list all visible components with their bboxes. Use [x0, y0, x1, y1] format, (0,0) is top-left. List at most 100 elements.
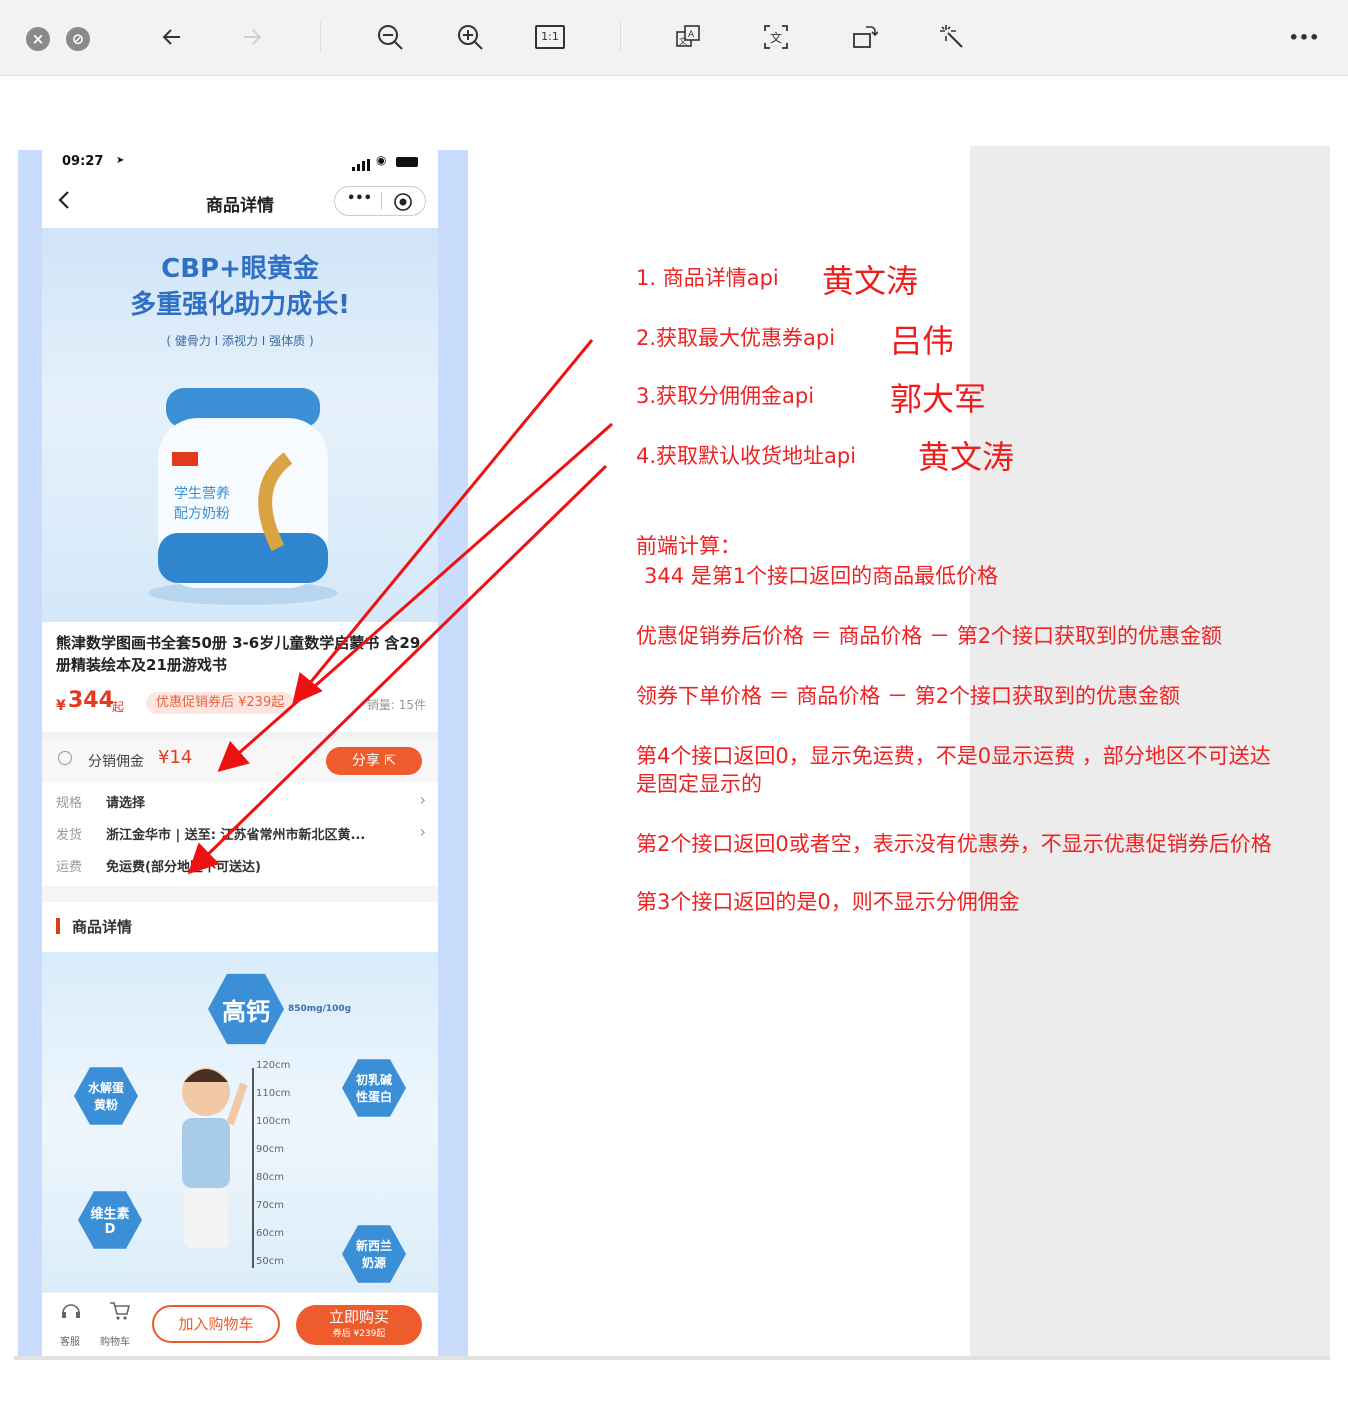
zoom-out-icon[interactable] [372, 19, 408, 55]
svg-text:文: 文 [770, 30, 782, 45]
text-recognize-icon[interactable]: 文 [758, 19, 794, 55]
annotation-owner-1: 黄文涛 [822, 262, 919, 300]
calc-title: 前端计算： [636, 534, 741, 558]
share-button[interactable]: 分享 ⇱ [326, 747, 422, 775]
annotation-api-3: 3.获取分佣佣金api [636, 384, 815, 408]
commission-icon [58, 751, 72, 765]
svg-text:A: A [688, 30, 695, 40]
cart-icon[interactable] [108, 1301, 131, 1325]
price-currency: ¥ [56, 698, 66, 714]
height-mark: 100cm [256, 1116, 291, 1127]
nav-bar: 商品详情 ••• [42, 176, 438, 228]
calc-note-3: 领券下单价格 ＝ 商品价格 － 第2个接口获取到的优惠金额 [636, 684, 1181, 708]
product-banner-image: CBP+眼黄金 多重强化助力成长! ( 健骨力 I 添视力 I 强体质 ) 学生… [42, 228, 438, 622]
commission-value: ¥14 [158, 747, 193, 768]
chevron-right-icon: › [419, 790, 426, 809]
spec-list: 规格 请选择 › 发货 浙江金华市 | 送至: 江苏省常州市新北区黄... › … [42, 782, 438, 882]
height-mark: 80cm [256, 1172, 284, 1183]
service-label: 客服 [60, 1337, 80, 1348]
status-time: 09:27 [62, 154, 104, 169]
phone-screenshot: 09:27 ➤ ◉ 商品详情 ••• CBP+眼黄金 多重强化助力成长! ( 健… [42, 150, 438, 1356]
more-options-button[interactable]: ••• [1286, 19, 1322, 55]
actual-size-button[interactable]: 1:1 [532, 19, 568, 55]
calc-note-4b: 是固定显示的 [636, 772, 762, 796]
svg-text:配方奶粉: 配方奶粉 [174, 506, 230, 522]
svg-text:学生营养: 学生营养 [174, 486, 230, 502]
minimize-icon[interactable]: ⊘ [66, 27, 90, 51]
annotation-owner-4: 黄文涛 [918, 438, 1015, 476]
status-bar: 09:27 ➤ ◉ [42, 150, 438, 176]
capsule-more-button[interactable]: ••• [347, 191, 372, 206]
annotation-owner-2: 吕伟 [890, 322, 955, 360]
hex-hydro: 水解蛋黄粉 [74, 1067, 138, 1125]
buy-now-label: 立即购买 [328, 1308, 389, 1326]
shipping-value: 浙江金华市 | 送至: 江苏省常州市新北区黄... [106, 828, 366, 843]
magic-wand-icon[interactable] [934, 19, 970, 55]
height-scale: 120cm 110cm 100cm 90cm 80cm 70cm 60cm 50… [256, 1060, 290, 1284]
toolbar-separator [620, 22, 621, 52]
product-title: 熊津数学图画书全套50册 3-6岁儿童数学启蒙书 含29册精装绘本及21册游戏书 [56, 634, 421, 674]
zoom-in-icon[interactable] [452, 19, 488, 55]
product-info: 熊津数学图画书全套50册 3-6岁儿童数学启蒙书 含29册精装绘本及21册游戏书… [42, 622, 438, 732]
price-value: 344 [68, 688, 114, 713]
spec-key: 规格 [56, 796, 83, 811]
rotate-icon[interactable] [846, 19, 882, 55]
calc-note-2: 优惠促销券后价格 ＝ 商品价格 － 第2个接口获取到的优惠金额 [636, 624, 1223, 648]
buy-now-button[interactable]: 立即购买 券后 ¥239起 [296, 1305, 422, 1345]
commission-label: 分销佣金 [88, 754, 144, 770]
annotation-owner-3: 郭大军 [890, 380, 987, 418]
child-figure-image [182, 1068, 248, 1248]
height-mark: 50cm [256, 1256, 284, 1267]
height-mark: 60cm [256, 1228, 284, 1239]
battery-icon [396, 157, 418, 167]
height-mark: 90cm [256, 1144, 284, 1155]
height-mark: 110cm [256, 1088, 291, 1099]
banner-headline: CBP+眼黄金 [161, 254, 319, 284]
freight-value: 免运费(部分地区不可送达) [106, 860, 261, 875]
hex-nz: 新西兰奶源 [342, 1225, 406, 1283]
spec-value: 请选择 [106, 796, 146, 811]
frame-bottom-border [14, 1356, 1330, 1360]
capsule-divider [381, 192, 382, 210]
toolbar-separator [320, 22, 321, 52]
calc-note-1: 344 是第1个接口返回的商品最低价格 [644, 564, 999, 588]
capsule-close-icon[interactable] [393, 192, 413, 216]
detail-header: 商品详情 [42, 902, 438, 952]
annotation-api-4: 4.获取默认收货地址api [636, 444, 857, 468]
back-arrow-icon[interactable] [154, 19, 190, 55]
coupon-price-tag: 优惠促销券后 ¥239起 [146, 692, 295, 714]
actual-size-label: 1:1 [535, 25, 565, 49]
wifi-icon: ◉ [376, 153, 387, 167]
shipping-key: 发货 [56, 828, 83, 843]
calc-note-5: 第2个接口返回0或者空，表示没有优惠券，不显示优惠促销券后价格 [636, 832, 1272, 856]
height-ruler [252, 1068, 254, 1268]
cart-label: 购物车 [100, 1337, 130, 1348]
height-mark: 120cm [256, 1060, 291, 1071]
calc-note-6: 第3个接口返回的是0，则不显示分佣佣金 [636, 890, 1020, 914]
banner-tagline: ( 健骨力 I 添视力 I 强体质 ) [166, 334, 314, 348]
calc-note-4a: 第4个接口返回0，显示免运费，不是0显示运费 ，部分地区不可送达 [636, 744, 1271, 768]
location-icon: ➤ [116, 155, 125, 166]
freight-key: 运费 [56, 860, 83, 875]
detail-title: 商品详情 [72, 918, 133, 936]
headset-icon[interactable] [60, 1301, 82, 1325]
svg-text:文: 文 [679, 36, 687, 46]
milk-powder-can-image: 学生营养 配方奶粉 [148, 388, 338, 605]
hex-vitd: 维生素D [78, 1191, 142, 1249]
shipping-row[interactable]: 发货 浙江金华市 | 送至: 江苏省常州市新北区黄... › [56, 822, 426, 844]
spec-row[interactable]: 规格 请选择 › [56, 790, 426, 812]
translate-icon[interactable]: A文 [670, 19, 706, 55]
annotation-api-1: 1. 商品详情api [636, 266, 779, 290]
price-row: ¥ 344 起 优惠促销券后 ¥239起 销量: 15件 [56, 688, 426, 718]
buy-now-subprice: 券后 ¥239起 [332, 1329, 386, 1339]
commission-row: 分销佣金 ¥14 分享 ⇱ [42, 738, 438, 782]
banner-subheadline: 多重强化助力成长! [130, 290, 350, 320]
forward-arrow-icon[interactable] [234, 19, 270, 55]
hex-whey: 初乳碱性蛋白 [342, 1059, 406, 1117]
close-icon[interactable]: × [26, 27, 50, 51]
viewer-toolbar: × ⊘ 1:1 A文 文 ••• [0, 0, 1348, 76]
bottom-action-bar: 客服 购物车 加入购物车 立即购买 券后 ¥239起 [42, 1292, 438, 1356]
sales-count: 销量: 15件 [366, 698, 426, 712]
signal-icon [352, 156, 372, 175]
add-to-cart-button[interactable]: 加入购物车 [152, 1305, 280, 1343]
